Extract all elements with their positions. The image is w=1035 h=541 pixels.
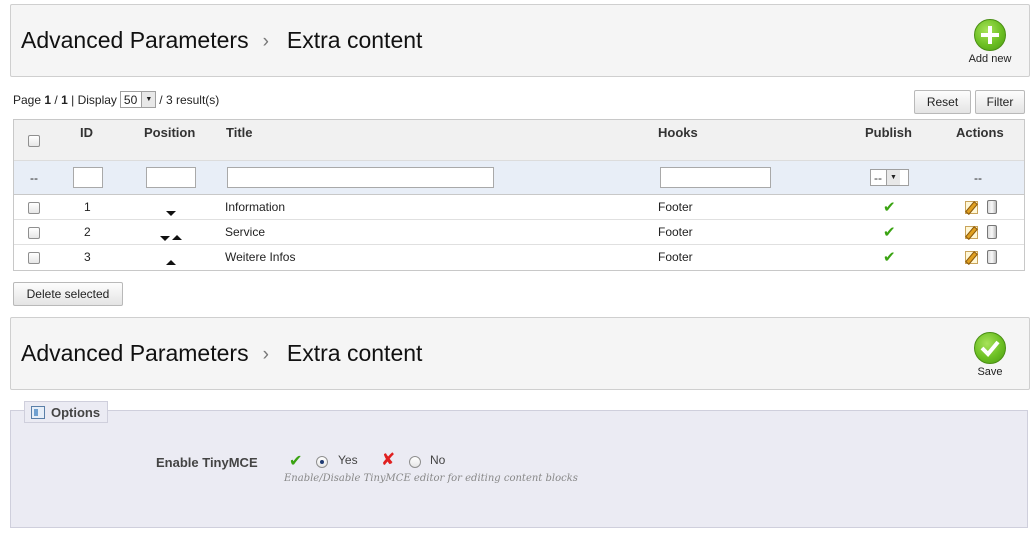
filter-row: -- -- ▼ --	[14, 161, 1024, 195]
breadcrumb-separator: ›	[262, 343, 269, 365]
filter-title-input[interactable]	[227, 167, 494, 188]
tinymce-field-label: Enable TinyMCE	[156, 455, 258, 470]
plus-circle-icon	[974, 19, 1006, 51]
add-new-button[interactable]: Add new	[965, 19, 1015, 65]
chevron-down-icon: ▼	[886, 170, 900, 185]
delete-icon[interactable]	[987, 225, 997, 239]
yes-check-icon: ✔	[289, 453, 303, 470]
options-legend-label: Options	[51, 404, 101, 420]
table-row[interactable]: 3 Weitere Infos Footer ✔	[14, 245, 1024, 270]
row-checkbox[interactable]	[28, 252, 40, 264]
column-header-actions: Actions	[956, 125, 1004, 140]
breadcrumb: Advanced Parameters › Extra content	[21, 27, 422, 54]
sort-down-icon[interactable]	[166, 205, 176, 219]
row-title[interactable]: Information	[225, 200, 285, 214]
total-pages: 1	[61, 92, 68, 107]
row-id: 2	[84, 225, 91, 239]
row-checkbox[interactable]	[28, 202, 40, 214]
tinymce-hint: Enable/Disable TinyMCE editor for editin…	[284, 473, 578, 484]
breadcrumb-separator: ›	[262, 30, 269, 52]
delete-icon[interactable]	[987, 250, 997, 264]
column-header-title[interactable]: Title	[226, 125, 253, 140]
list-toolbar: Advanced Parameters › Extra content Add …	[10, 4, 1030, 77]
select-all-checkbox[interactable]	[28, 135, 40, 147]
save-label: Save	[977, 366, 1003, 378]
delete-selected-button[interactable]: Delete selected	[13, 282, 123, 306]
save-button[interactable]: Save	[965, 332, 1015, 378]
breadcrumb: Advanced Parameters › Extra content	[21, 340, 422, 367]
options-legend: Options	[24, 401, 109, 423]
breadcrumb-item-parent[interactable]: Advanced Parameters	[21, 340, 249, 367]
result-count: / 3 result(s)	[159, 92, 220, 107]
column-header-position[interactable]: Position	[144, 125, 195, 140]
page-word: Page	[13, 92, 42, 107]
column-header-hooks[interactable]: Hooks	[658, 125, 698, 140]
page-title: Extra content	[286, 27, 423, 53]
add-new-label: Add new	[968, 53, 1012, 65]
filter-position-input[interactable]	[146, 167, 196, 188]
row-id: 3	[84, 250, 91, 264]
sort-up-icon[interactable]	[166, 254, 176, 268]
column-header-publish[interactable]: Publish	[865, 125, 912, 140]
filter-button[interactable]: Filter	[975, 90, 1025, 114]
table-row[interactable]: 2 Service Footer ✔	[14, 220, 1024, 245]
edit-icon[interactable]	[965, 251, 978, 264]
filter-hooks-input[interactable]	[660, 167, 771, 188]
tinymce-no-radio[interactable]	[409, 456, 421, 468]
row-title[interactable]: Weitere Infos	[225, 250, 295, 264]
table-header: ID Position Title Hooks Publish Actions	[14, 120, 1024, 161]
sort-down-icon[interactable]	[160, 230, 170, 244]
row-hooks: Footer	[658, 200, 693, 214]
filter-publish-select[interactable]: -- ▼	[870, 169, 909, 186]
page-title: Extra content	[286, 340, 423, 366]
row-hooks: Footer	[658, 225, 693, 239]
row-title[interactable]: Service	[225, 225, 265, 239]
form-toolbar: Advanced Parameters › Extra content Save	[10, 317, 1030, 390]
content-table: ID Position Title Hooks Publish Actions …	[13, 119, 1025, 271]
per-page-value: 50	[123, 92, 138, 107]
pagination: Page 1 / 1 | Display 50 ▼ / 3 result(s)	[13, 91, 219, 108]
column-header-id[interactable]: ID	[80, 125, 93, 140]
breadcrumb-item-parent[interactable]: Advanced Parameters	[21, 27, 249, 54]
chevron-down-icon: ▼	[141, 92, 156, 107]
options-icon	[31, 405, 45, 419]
published-check-icon[interactable]: ✔	[883, 223, 896, 241]
reset-button[interactable]: Reset	[914, 90, 971, 114]
per-page-select[interactable]: 50 ▼	[119, 91, 157, 108]
no-cross-icon: ✘	[381, 450, 396, 469]
filter-bulk-placeholder: --	[30, 171, 38, 185]
edit-icon[interactable]	[965, 226, 978, 239]
page-slash: /	[54, 92, 58, 107]
tinymce-yes-label[interactable]: Yes	[338, 453, 358, 467]
edit-icon[interactable]	[965, 201, 978, 214]
published-check-icon[interactable]: ✔	[883, 198, 896, 216]
delete-icon[interactable]	[987, 200, 997, 214]
filter-actions-placeholder: --	[974, 171, 982, 185]
row-checkbox[interactable]	[28, 227, 40, 239]
current-page: 1	[44, 92, 52, 107]
filter-id-input[interactable]	[73, 167, 103, 188]
filter-publish-value: --	[874, 170, 882, 185]
check-circle-icon	[974, 332, 1006, 364]
tinymce-no-label[interactable]: No	[430, 453, 445, 467]
display-word: | Display	[71, 92, 117, 107]
table-row[interactable]: 1 Information Footer ✔	[14, 195, 1024, 220]
published-check-icon[interactable]: ✔	[883, 248, 896, 266]
tinymce-yes-radio[interactable]	[316, 456, 328, 468]
row-id: 1	[84, 200, 91, 214]
sort-up-icon[interactable]	[172, 229, 182, 243]
row-hooks: Footer	[658, 250, 693, 264]
